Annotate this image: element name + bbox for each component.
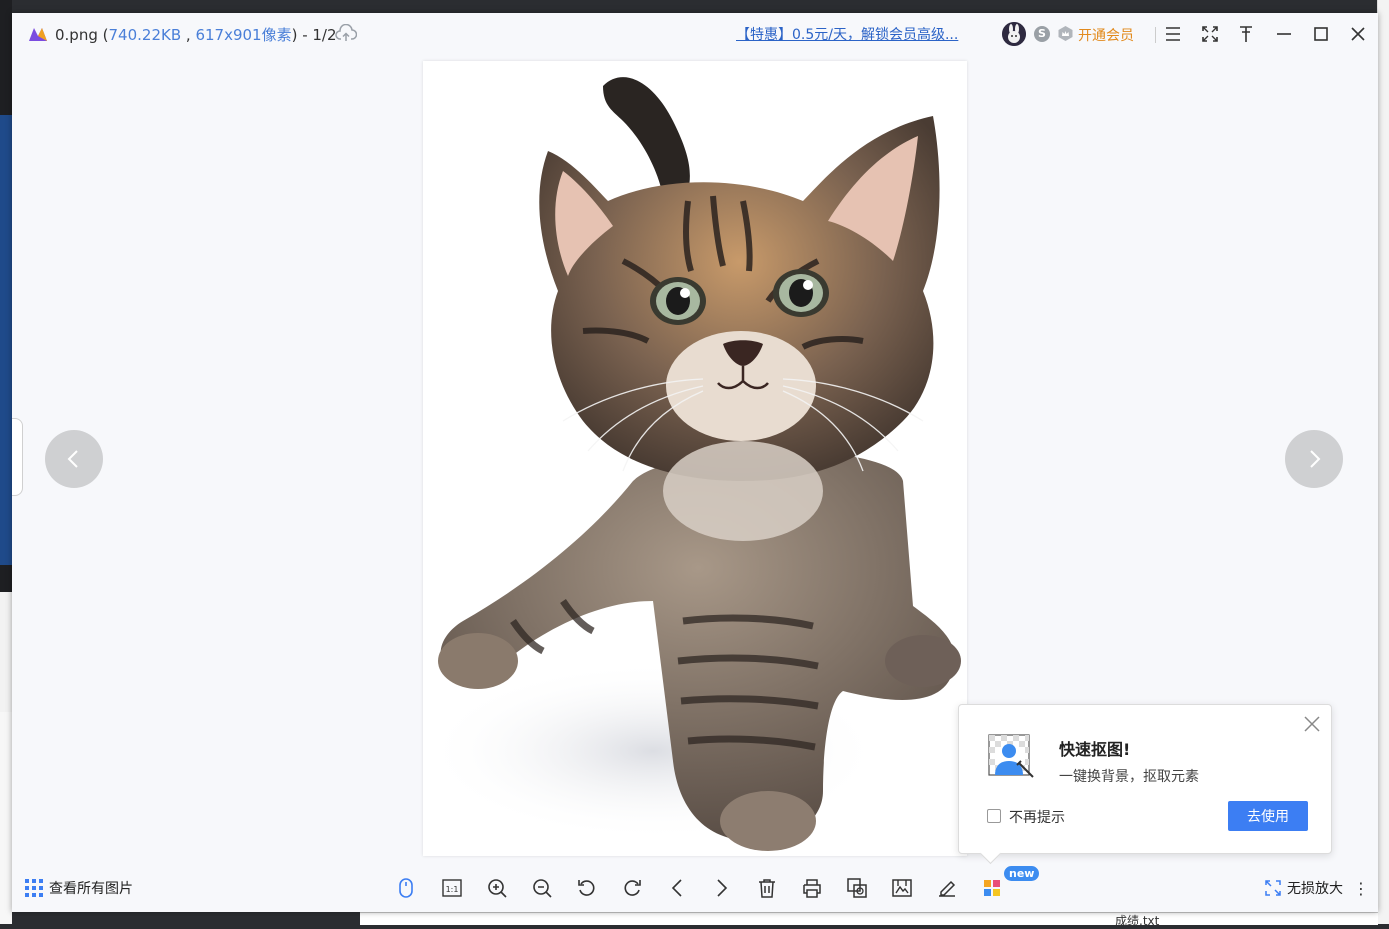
next-image-button[interactable] xyxy=(1285,430,1343,488)
image-dimensions: 617x901像素 xyxy=(195,26,292,44)
kitten-photo xyxy=(423,77,961,851)
next-icon[interactable] xyxy=(711,877,733,899)
zoom-out-icon[interactable] xyxy=(531,877,553,899)
rotate-right-icon[interactable] xyxy=(621,877,643,899)
svg-text:1:1: 1:1 xyxy=(446,885,459,894)
file-name: 0.png xyxy=(55,26,98,44)
title-comma: , xyxy=(181,26,196,44)
dont-remind-label[interactable]: 不再提示 xyxy=(1009,807,1065,827)
rotate-left-icon[interactable] xyxy=(576,877,598,899)
title-bar: 0.png (740.22KB , 617x901像素) - 1/2 【特惠】0… xyxy=(12,13,1378,55)
vip-crown-icon xyxy=(1058,26,1073,41)
image-viewer-window: 0.png (740.22KB , 617x901像素) - 1/2 【特惠】0… xyxy=(12,13,1378,912)
promo-link[interactable]: 【特惠】0.5元/天，解锁会员高级... xyxy=(736,24,958,44)
compare-icon[interactable] xyxy=(846,877,868,899)
use-now-button[interactable]: 去使用 xyxy=(1228,801,1308,831)
minimize-icon[interactable] xyxy=(1274,24,1294,44)
background-panel-light-2 xyxy=(0,712,12,924)
cloud-upload-icon[interactable] xyxy=(335,24,357,44)
more-options-icon[interactable]: ⋮ xyxy=(1353,879,1369,898)
print-icon[interactable] xyxy=(801,877,823,899)
view-all-images-label: 查看所有图片 xyxy=(49,881,133,897)
annotate-pencil-icon[interactable] xyxy=(936,877,958,899)
previous-image-button[interactable] xyxy=(45,430,103,488)
user-avatar[interactable] xyxy=(1002,22,1026,46)
level-s-badge: S xyxy=(1034,26,1050,42)
background-editor-panel xyxy=(0,115,12,565)
maximize-icon[interactable] xyxy=(1311,24,1331,44)
background-window-right xyxy=(1377,0,1389,924)
app-logo-icon xyxy=(29,28,47,41)
vip-upgrade-link[interactable]: 开通会员 xyxy=(1078,25,1134,45)
image-canvas[interactable] xyxy=(423,61,967,856)
popup-title: 快速抠图! xyxy=(1059,740,1131,759)
background-file-name: 成绩.txt xyxy=(1115,914,1160,928)
popup-arrow xyxy=(979,842,1002,865)
close-icon[interactable] xyxy=(1348,24,1368,44)
image-edit-icon[interactable] xyxy=(891,877,913,899)
chevron-left-icon xyxy=(67,450,78,468)
lossless-zoom-button[interactable]: 无损放大 xyxy=(1265,878,1343,898)
avatar-rabbit-icon xyxy=(1002,22,1026,46)
zoom-in-icon[interactable] xyxy=(486,877,508,899)
titlebar-separator xyxy=(1155,27,1156,43)
apps-tiles-icon[interactable] xyxy=(981,877,1003,899)
dont-remind-checkbox[interactable] xyxy=(987,809,1001,823)
actual-size-icon[interactable]: 1:1 xyxy=(441,877,463,899)
title-paren-open: ( xyxy=(97,26,109,44)
file-size: 740.22KB xyxy=(108,26,182,44)
previous-icon[interactable] xyxy=(666,877,688,899)
side-panel-handle[interactable] xyxy=(12,418,23,496)
popup-close-icon[interactable] xyxy=(1303,715,1321,733)
page-index: - 1/2 xyxy=(297,26,337,44)
window-title: 0.png (740.22KB , 617x901像素) - 1/2 xyxy=(55,24,337,45)
menu-icon[interactable] xyxy=(1163,24,1183,44)
cutout-person-icon xyxy=(988,734,1034,778)
grid-icon xyxy=(25,879,43,897)
new-badge: new xyxy=(1004,866,1040,881)
delete-icon[interactable] xyxy=(756,877,778,899)
fullscreen-icon[interactable] xyxy=(1200,24,1220,44)
quick-cutout-popup: 快速抠图! 一键换背景，抠取元素 不再提示 去使用 xyxy=(958,704,1332,865)
expand-icon xyxy=(1265,880,1281,896)
view-all-images-button[interactable]: 查看所有图片 xyxy=(25,878,133,898)
lossless-zoom-label: 无损放大 xyxy=(1287,881,1343,897)
background-editor-left xyxy=(0,0,12,924)
popup-description: 一键换背景，抠取元素 xyxy=(1059,769,1199,785)
chevron-right-icon xyxy=(1310,450,1321,468)
background-file-list: 成绩.txt xyxy=(360,912,1378,928)
mouse-mode-icon[interactable] xyxy=(395,877,417,899)
background-panel-light xyxy=(0,592,12,712)
pin-icon[interactable] xyxy=(1236,24,1256,44)
